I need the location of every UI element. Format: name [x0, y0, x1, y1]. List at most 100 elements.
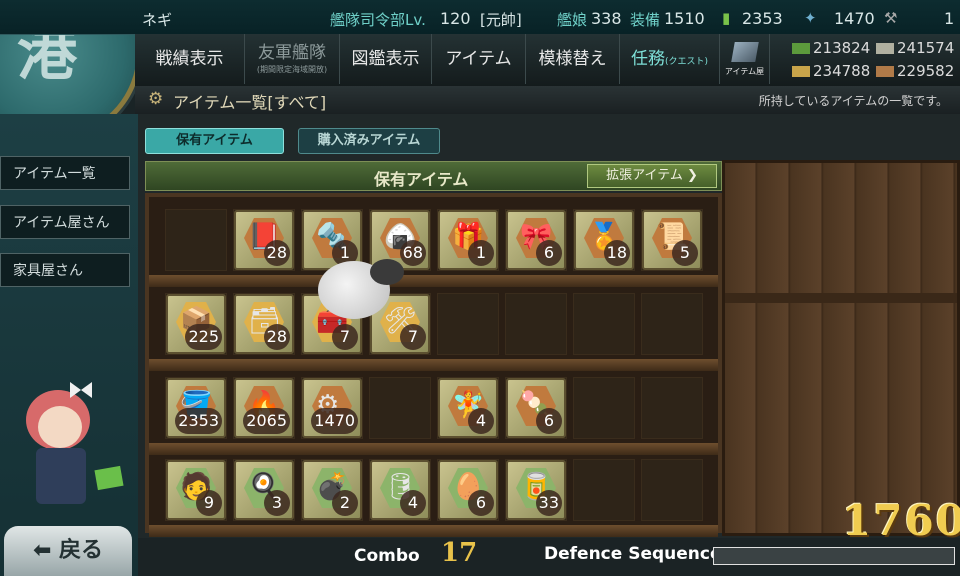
- score-counter: 1760: [842, 496, 960, 545]
- combo-label: Combo: [354, 546, 420, 566]
- back-button[interactable]: ⬅ 戻る: [4, 526, 132, 576]
- item-count: 4: [400, 490, 426, 516]
- item-shelf: 📕 28 🔩 1 🍙 68 🎁 1 🎀 6 🏅 18 📜 5 📦 225 🗃 28 🧰 7 🛠 7 🪣 2353 🔥 2065 ⚙ 1…: [145, 193, 722, 537]
- fuel-icon: [792, 43, 810, 54]
- equip-count: 1510: [664, 9, 705, 28]
- sidebar-item-item-list[interactable]: アイテム一覧: [0, 156, 130, 190]
- item-count: 225: [185, 324, 222, 350]
- chevron-right-icon: ❯: [686, 168, 698, 183]
- item-count: 7: [332, 324, 358, 350]
- resource-panel: 213824 241574 234788 229582: [790, 34, 960, 84]
- ships-label: 艦娘: [557, 11, 588, 29]
- expand-items-button[interactable]: 拡張アイテム ❯: [587, 164, 717, 188]
- player-name: ネギ: [142, 11, 173, 29]
- shelf-slot: [369, 377, 431, 439]
- item-slot[interactable]: 🥚 6: [438, 460, 498, 520]
- item-slot[interactable]: 🎀 6: [506, 210, 566, 270]
- page-title: アイテム一覧[すべて]: [173, 93, 327, 112]
- bauxite-row: 229582: [876, 62, 954, 80]
- item-slot[interactable]: 🥫 33: [506, 460, 566, 520]
- nav-encyclopedia[interactable]: 図鑑表示: [340, 34, 432, 84]
- shelf-slot: [165, 209, 227, 271]
- item-slot[interactable]: 🗃 28: [234, 294, 294, 354]
- nav-remodel-room[interactable]: 模様替え: [526, 34, 620, 84]
- nav-quests[interactable]: 任務(クエスト): [620, 34, 720, 84]
- fuel-row: 213824: [792, 39, 870, 57]
- defence-progress-bar: [713, 547, 955, 565]
- item-count: 28: [263, 324, 290, 350]
- shelf-slot: [641, 293, 703, 355]
- item-count: 2353: [175, 408, 222, 434]
- item-slot[interactable]: 📜 5: [642, 210, 702, 270]
- item-slot[interactable]: 🍳 3: [234, 460, 294, 520]
- item-slot[interactable]: 🍡 6: [506, 378, 566, 438]
- steel-row: 234788: [792, 62, 870, 80]
- shop-building-icon: [731, 42, 759, 62]
- page-description: 所持しているアイテムの一覧です。: [758, 94, 948, 108]
- item-count: 1470: [311, 408, 358, 434]
- shelf-slot: [573, 377, 635, 439]
- item-slot[interactable]: 🛢 4: [370, 460, 430, 520]
- nav-friend-fleet[interactable]: 友軍艦隊 (期間限定海域開放): [245, 34, 340, 84]
- item-slot[interactable]: 🪣 2353: [166, 378, 226, 438]
- item-count: 7: [400, 324, 426, 350]
- item-count: 6: [536, 240, 562, 266]
- shelf-slot: [641, 459, 703, 521]
- secretary-ship-chibi: [14, 380, 134, 520]
- item-slot[interactable]: 💣 2: [302, 460, 362, 520]
- nav-items[interactable]: アイテム: [432, 34, 526, 84]
- item-count: 2: [332, 490, 358, 516]
- shelf-slot: [573, 293, 635, 355]
- tab-purchased-items[interactable]: 購入済みアイテム: [298, 128, 440, 154]
- steel-icon: [792, 66, 810, 77]
- devmat-count: 1470: [834, 9, 875, 28]
- bucket-count: 2353: [742, 9, 783, 28]
- item-slot[interactable]: 📦 225: [166, 294, 226, 354]
- shelf-plank: [149, 359, 718, 371]
- hammer-icon: ⚒: [884, 9, 898, 27]
- item-slot[interactable]: 🎁 1: [438, 210, 498, 270]
- shelf-plank: [149, 275, 718, 287]
- item-slot[interactable]: 🧑 9: [166, 460, 226, 520]
- tab-owned-items[interactable]: 保有アイテム: [145, 128, 284, 154]
- item-count: 33: [535, 490, 562, 516]
- item-slot[interactable]: 🔥 2065: [234, 378, 294, 438]
- shelf-plank: [149, 525, 718, 537]
- defence-label: Defence Sequence: [544, 544, 722, 564]
- item-count: 4: [468, 408, 494, 434]
- ships-count: 338: [591, 9, 622, 28]
- item-count: 5: [672, 240, 698, 266]
- page-title-bar: ⚙ アイテム一覧[すべて] 所持しているアイテムの一覧です。: [135, 86, 960, 115]
- item-count: 18: [603, 240, 630, 266]
- wooden-crate-panel: [722, 160, 960, 536]
- item-count: 6: [468, 490, 494, 516]
- devmat-icon: ✦: [804, 9, 817, 27]
- bauxite-icon: [876, 66, 894, 77]
- shelf-slot: [505, 293, 567, 355]
- screw-count: 1: [944, 9, 955, 28]
- nav-records[interactable]: 戦績表示: [135, 34, 245, 84]
- sidebar-item-furniture-shop[interactable]: 家具屋さん: [0, 253, 130, 287]
- shelf-header-title: 保有アイテム: [374, 170, 469, 189]
- item-slot[interactable]: 🏅 18: [574, 210, 634, 270]
- ammo-row: 241574: [876, 39, 954, 57]
- item-slot[interactable]: ⚙ 1470: [302, 378, 362, 438]
- shelf-slot: [641, 377, 703, 439]
- item-count: 1: [468, 240, 494, 266]
- ammo-icon: [876, 43, 894, 54]
- shelf-slot: [573, 459, 635, 521]
- rank: [元帥]: [480, 11, 522, 29]
- nav-item-shop[interactable]: アイテム屋: [720, 34, 770, 84]
- item-slot[interactable]: 🧚 4: [438, 378, 498, 438]
- nav-friend-fleet-sub: (期間限定海域開放): [256, 65, 328, 74]
- hq-label: 艦隊司令部Lv.: [330, 11, 426, 29]
- back-arrow-icon: ⬅: [32, 538, 52, 563]
- hq-level: 120: [440, 9, 471, 28]
- shelf-plank: [149, 443, 718, 455]
- main-nav: 戦績表示 友軍艦隊 (期間限定海域開放) 図鑑表示 アイテム 模様替え 任務(クエ…: [135, 34, 960, 88]
- sidebar-item-item-shop[interactable]: アイテム屋さん: [0, 205, 130, 239]
- item-count: 6: [536, 408, 562, 434]
- item-count: 28: [263, 240, 290, 266]
- item-slot[interactable]: 📕 28: [234, 210, 294, 270]
- item-count: 9: [196, 490, 222, 516]
